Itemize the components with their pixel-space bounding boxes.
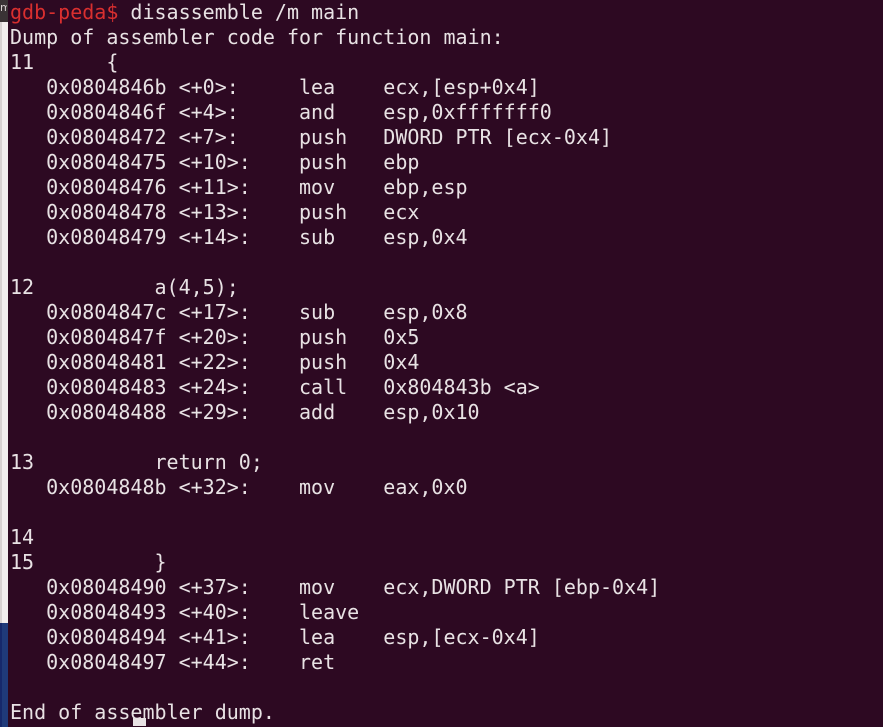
terminal-line: 14 xyxy=(10,525,107,549)
terminal-line: 0x08048497 <+44>: ret xyxy=(10,650,336,674)
terminal-line: 13 return 0; xyxy=(10,450,263,474)
shell-prompt: gdb-peda$ xyxy=(10,0,119,24)
terminal-prompt-line: gdb-peda$ disassemble /m main xyxy=(8,0,883,25)
terminal-line: 11 { xyxy=(10,50,119,74)
terminal-line: 0x08048490 <+37>: mov ecx,DWORD PTR [ebp… xyxy=(10,575,661,599)
terminal-line: 0x0804847c <+17>: sub esp,0x8 xyxy=(10,300,468,324)
background-window-title-text: m xyxy=(0,2,7,14)
terminal-screen: m gdb-peda$ disassemble /m main Dump of … xyxy=(0,0,883,727)
terminal-line: 15 } xyxy=(10,550,167,574)
terminal-output-area[interactable]: gdb-peda$ disassemble /m main Dump of as… xyxy=(8,0,883,727)
terminal-line: 0x0804846b <+0>: lea ecx,[esp+0x4] xyxy=(10,75,540,99)
background-window-lower-strip-edge xyxy=(0,623,2,727)
terminal-line: 0x08048476 <+11>: mov ebp,esp xyxy=(10,175,468,199)
background-window-left-strip-edge xyxy=(0,0,2,623)
terminal-line: 0x08048475 <+10>: push ebp xyxy=(10,150,420,174)
terminal-line: 0x0804847f <+20>: push 0x5 xyxy=(10,325,420,349)
terminal-line: Dump of assembler code for function main… xyxy=(10,25,504,49)
terminal-line: 0x0804846f <+4>: and esp,0xfffffff0 xyxy=(10,100,552,124)
terminal-line: 12 a(4,5); xyxy=(10,275,239,299)
terminal-line: 0x08048472 <+7>: push DWORD PTR [ecx-0x4… xyxy=(10,125,613,149)
text-cursor xyxy=(133,718,146,726)
terminal-line: 0x0804848b <+32>: mov eax,0x0 xyxy=(10,475,468,499)
terminal-output-lines: Dump of assembler code for function main… xyxy=(8,25,883,725)
terminal-line: 0x08048493 <+40>: leave xyxy=(10,600,360,624)
background-window-titlebar[interactable]: m xyxy=(0,0,8,22)
terminal-line: 0x08048478 <+13>: push ecx xyxy=(10,200,420,224)
shell-command: disassemble /m main xyxy=(118,0,360,24)
terminal-line: 0x08048494 <+41>: lea esp,[ecx-0x4] xyxy=(10,625,540,649)
terminal-line: 0x08048488 <+29>: add esp,0x10 xyxy=(10,400,480,424)
terminal-line: 0x08048479 <+14>: sub esp,0x4 xyxy=(10,225,468,249)
terminal-line: 0x08048483 <+24>: call 0x804843b <a> xyxy=(10,375,540,399)
terminal-line: 0x08048481 <+22>: push 0x4 xyxy=(10,350,420,374)
